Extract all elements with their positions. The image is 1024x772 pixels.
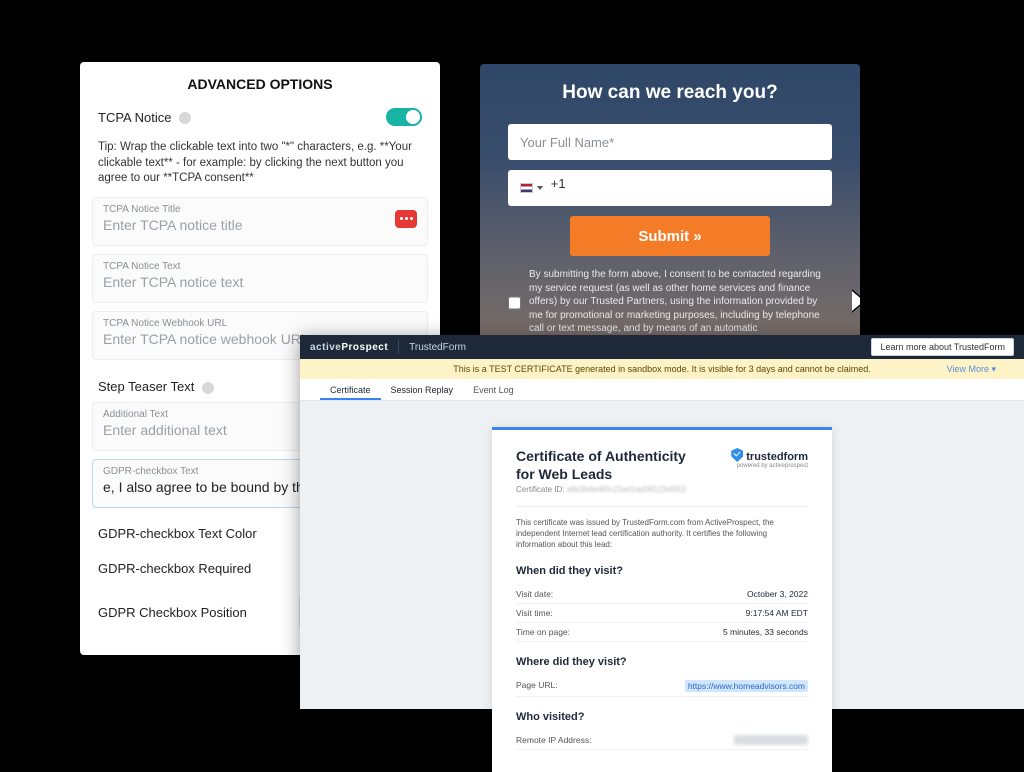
tf-topbar: activeProspect TrustedForm Learn more ab… <box>300 335 1024 359</box>
tcpa-text-input[interactable] <box>103 272 417 290</box>
tcpa-title-field[interactable]: TCPA Notice Title <box>92 197 428 246</box>
translate-icon[interactable] <box>395 210 417 228</box>
tcpa-tip: Tip: Wrap the clickable text into two "*… <box>80 132 440 197</box>
phone-field[interactable] <box>508 170 832 206</box>
tab-session-replay[interactable]: Session Replay <box>381 379 464 400</box>
tcpa-text-field[interactable]: TCPA Notice Text <box>92 254 428 303</box>
view-more-link[interactable]: View More ▾ <box>947 364 996 375</box>
help-icon[interactable] <box>202 382 214 394</box>
tab-event-log[interactable]: Event Log <box>463 379 524 400</box>
page-url-link[interactable]: https://www.homeadvisors.com <box>685 680 808 692</box>
consent-text: By submitting the form above, I consent … <box>529 268 832 336</box>
tcpa-toggle[interactable] <box>386 108 422 126</box>
tcpa-notice-label: TCPA Notice <box>98 110 191 125</box>
trustedform-logo: trustedform powered by activeprospect <box>731 448 808 469</box>
form-preview: How can we reach you? Submit » By submit… <box>480 64 860 344</box>
tab-certificate[interactable]: Certificate <box>320 379 381 400</box>
product-name: TrustedForm <box>409 342 466 353</box>
name-input[interactable] <box>520 135 820 150</box>
consent-block: By submitting the form above, I consent … <box>508 268 832 336</box>
speech-tail-icon <box>852 289 860 313</box>
trustedform-app: activeProspect TrustedForm Learn more ab… <box>300 335 1024 709</box>
us-flag-icon[interactable] <box>520 183 533 193</box>
phone-input[interactable] <box>551 176 820 201</box>
form-title: How can we reach you? <box>508 82 832 104</box>
help-icon[interactable] <box>179 112 191 124</box>
panel-title: ADVANCED OPTIONS <box>80 62 440 102</box>
doc-title: Certificate of Authenticity for Web Lead… <box>516 448 686 483</box>
chevron-down-icon[interactable] <box>537 186 543 190</box>
cert-id: Certificate ID: a8e3b4e4f0c23a41ad08123e… <box>516 485 686 494</box>
tf-tabs: Certificate Session Replay Event Log <box>300 379 1024 401</box>
section-who: Who visited? Remote IP Address:00000000 <box>516 711 808 750</box>
certificate-document: Certificate of Authenticity for Web Lead… <box>492 427 832 772</box>
tcpa-title-input[interactable] <box>103 215 417 233</box>
brand-logo: activeProspect <box>310 342 388 353</box>
section-when: When did they visit? Visit date:October … <box>516 565 808 642</box>
shield-icon <box>731 448 743 462</box>
section-where: Where did they visit? Page URL:https://w… <box>516 656 808 697</box>
learn-more-button[interactable]: Learn more about TrustedForm <box>871 338 1014 356</box>
submit-button[interactable]: Submit » <box>570 216 770 256</box>
test-banner: This is a TEST CERTIFICATE generated in … <box>300 359 1024 379</box>
doc-description: This certificate was issued by TrustedFo… <box>516 506 808 551</box>
name-field[interactable] <box>508 124 832 160</box>
consent-checkbox[interactable] <box>508 270 521 336</box>
